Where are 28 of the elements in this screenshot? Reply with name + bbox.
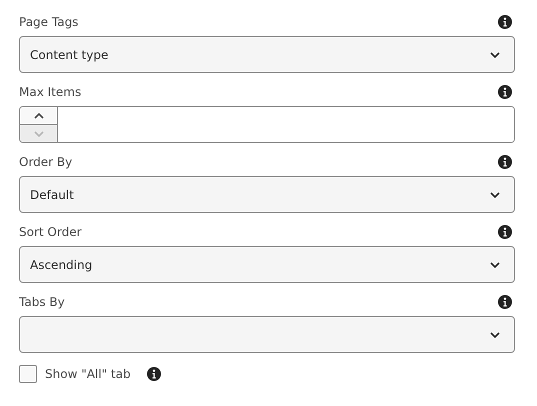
- select-value: Default: [30, 188, 74, 202]
- checkbox-label: Show "All" tab: [45, 367, 131, 381]
- chevron-down-icon: [490, 262, 500, 268]
- info-icon[interactable]: [146, 367, 161, 381]
- select-value: Ascending: [30, 258, 92, 272]
- info-icon[interactable]: [498, 155, 512, 169]
- info-icon[interactable]: [498, 295, 512, 309]
- chevron-up-icon: [34, 112, 44, 118]
- info-icon[interactable]: [498, 225, 512, 239]
- chevron-down-icon: [490, 192, 500, 198]
- field-label: Page Tags: [19, 15, 78, 29]
- select-value: Content type: [30, 48, 108, 62]
- select-field[interactable]: Default: [19, 176, 515, 213]
- field-label: Max Items: [19, 85, 82, 99]
- field-label: Tabs By: [19, 295, 65, 309]
- increment-button[interactable]: [20, 107, 57, 125]
- select-field[interactable]: Ascending: [19, 246, 515, 283]
- chevron-down-icon: [34, 130, 44, 136]
- field-label: Sort Order: [19, 225, 82, 239]
- field-label: Order By: [19, 155, 72, 169]
- chevron-down-icon: [490, 52, 500, 58]
- select-field[interactable]: [19, 316, 515, 353]
- chevron-down-icon: [490, 332, 500, 338]
- number-field[interactable]: [19, 106, 515, 143]
- info-icon[interactable]: [498, 15, 512, 29]
- checkbox[interactable]: [19, 365, 37, 383]
- select-field[interactable]: Content type: [19, 36, 515, 73]
- info-icon[interactable]: [498, 85, 512, 99]
